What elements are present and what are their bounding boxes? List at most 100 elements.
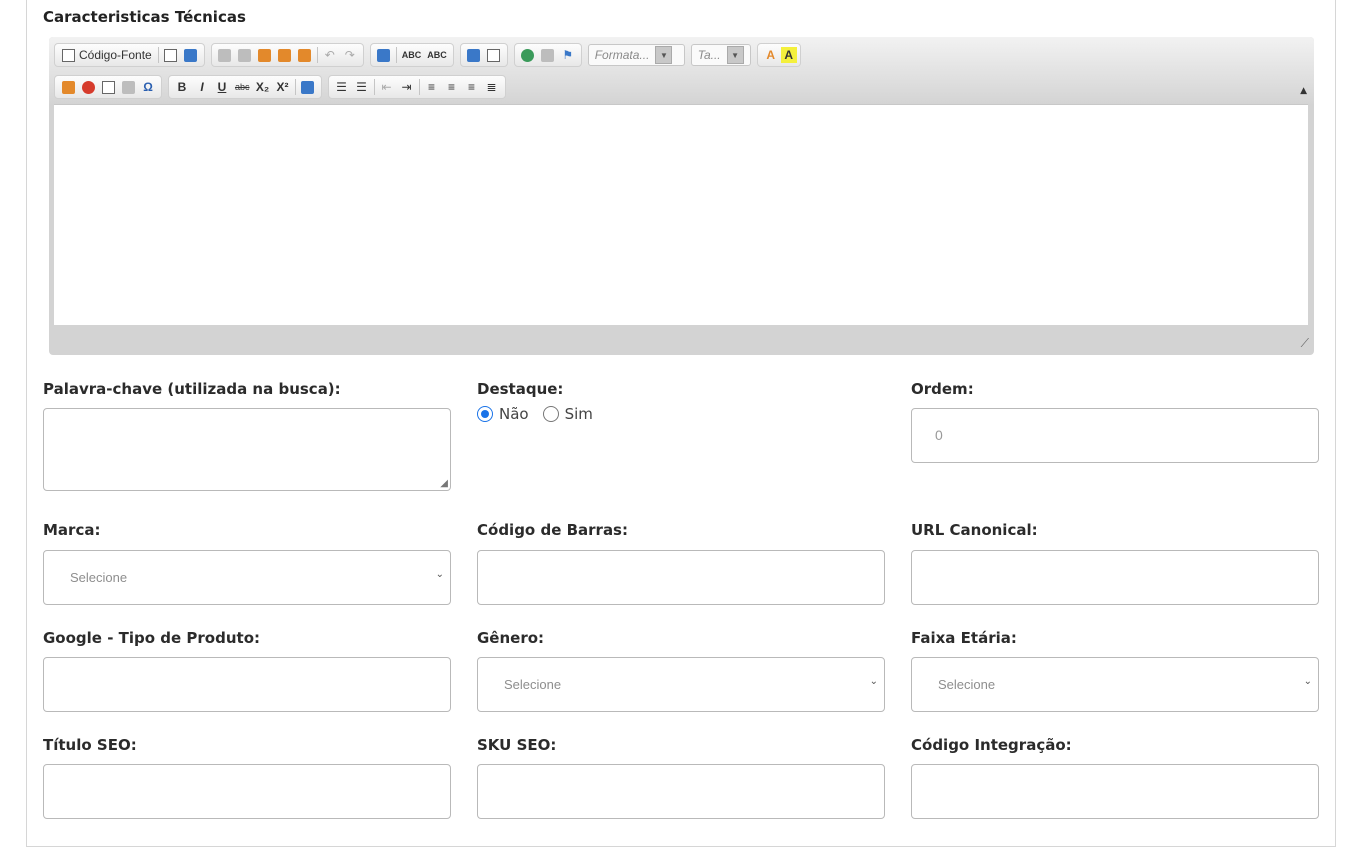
bold-button[interactable]: B xyxy=(172,77,192,97)
remove-format-button[interactable] xyxy=(298,77,318,97)
link-button[interactable] xyxy=(518,45,538,65)
seo-title-input[interactable] xyxy=(43,764,451,819)
highlight-radio-sim[interactable] xyxy=(542,406,559,422)
text-color-button[interactable]: A xyxy=(761,45,781,65)
textarea-resize-icon: ◢ xyxy=(440,478,448,489)
gender-label: Gênero: xyxy=(477,629,545,647)
sku-seo-input[interactable] xyxy=(477,764,885,819)
highlight-radio-group: Não Sim xyxy=(477,405,601,423)
align-justify-button[interactable]: ≣ xyxy=(482,77,502,97)
anchor-button[interactable]: ⚑ xyxy=(558,45,578,65)
collapse-toolbar-button[interactable]: ▲ xyxy=(1300,86,1307,96)
barcode-label: Código de Barras: xyxy=(477,521,628,539)
format-dropdown[interactable]: Formata... ▼ xyxy=(587,44,685,66)
image-button[interactable] xyxy=(58,77,78,97)
copy-icon xyxy=(238,48,252,62)
chevron-down-icon: ⌄ xyxy=(869,676,878,687)
source-label: Código-Fonte xyxy=(79,48,152,62)
paste-word-icon xyxy=(298,48,312,62)
spellcheck-button[interactable]: ABC xyxy=(399,45,425,65)
toolbar-group-links: ⚑ xyxy=(513,43,582,67)
toolbar-row-2: Ω B I U abc X₂ X² ☰ ☰ ⇤ ⇥ ≡ ≡ ≡ ≣ xyxy=(54,75,506,99)
select-all-button[interactable] xyxy=(374,45,394,65)
integration-input[interactable] xyxy=(911,764,1319,819)
toolbar-group-paragraph: ☰ ☰ ⇤ ⇥ ≡ ≡ ≡ ≣ xyxy=(327,75,506,99)
print-button[interactable] xyxy=(181,45,201,65)
toolbar-group-clipboard: ↶ ↷ xyxy=(210,43,364,67)
chevron-down-icon: ⌄ xyxy=(435,569,444,580)
paste-word-button[interactable] xyxy=(295,45,315,65)
age-label: Faixa Etária: xyxy=(911,629,1017,647)
outdent-button[interactable]: ⇤ xyxy=(377,77,397,97)
align-center-button[interactable]: ≡ xyxy=(442,77,462,97)
barcode-input[interactable] xyxy=(477,550,885,605)
gender-placeholder: Selecione xyxy=(504,677,562,692)
toolbar-group-basic-styles: B I U abc X₂ X² xyxy=(168,75,322,99)
resize-grip-icon[interactable]: ⟋ xyxy=(1301,336,1309,351)
paste-text-button[interactable] xyxy=(275,45,295,65)
copy-button[interactable] xyxy=(235,45,255,65)
horizontal-rule-icon xyxy=(121,80,135,94)
google-type-input[interactable] xyxy=(43,657,451,712)
keyword-textarea[interactable]: ◢ xyxy=(43,408,451,491)
superscript-button[interactable]: X² xyxy=(273,77,293,97)
source-button[interactable]: Código-Fonte xyxy=(58,45,156,65)
show-blocks-button[interactable] xyxy=(484,45,504,65)
cut-button[interactable] xyxy=(215,45,235,65)
rich-text-editor: Código-Fonte ↶ ↷ ABC ABC ⚑ Formata... ▼ … xyxy=(49,37,1314,355)
preview-icon xyxy=(164,48,178,62)
size-placeholder: Ta... xyxy=(697,48,721,62)
undo-button[interactable]: ↶ xyxy=(320,45,340,65)
editor-content-area[interactable] xyxy=(54,104,1308,325)
toolbar-group-insert: Ω xyxy=(54,75,162,99)
gender-select[interactable]: Selecione ⌄ xyxy=(477,657,885,712)
brand-select[interactable]: Selecione ⌄ xyxy=(43,550,451,605)
flash-button[interactable] xyxy=(78,77,98,97)
italic-button[interactable]: I xyxy=(192,77,212,97)
chevron-down-icon: ▼ xyxy=(726,46,744,64)
highlight-option-sim: Sim xyxy=(564,405,593,423)
size-dropdown[interactable]: Ta... ▼ xyxy=(690,44,751,66)
show-blocks-icon xyxy=(487,48,501,62)
unlink-button[interactable] xyxy=(538,45,558,65)
toolbar-separator xyxy=(418,79,420,95)
underline-button[interactable]: U xyxy=(212,77,232,97)
spellcheck-menu-button[interactable]: ABC xyxy=(424,45,450,65)
toolbar-separator xyxy=(373,79,375,95)
indent-button[interactable]: ⇥ xyxy=(397,77,417,97)
maximize-icon xyxy=(467,48,481,62)
chevron-down-icon: ⌄ xyxy=(1303,676,1312,687)
highlight-option-nao: Não xyxy=(499,405,529,423)
table-icon xyxy=(101,80,115,94)
subscript-button[interactable]: X₂ xyxy=(253,77,273,97)
brand-placeholder: Selecione xyxy=(70,570,128,585)
maximize-button[interactable] xyxy=(464,45,484,65)
paste-button[interactable] xyxy=(255,45,275,65)
numbered-list-button[interactable]: ☰ xyxy=(332,77,352,97)
align-left-button[interactable]: ≡ xyxy=(422,77,442,97)
highlight-radio-nao[interactable] xyxy=(477,406,493,422)
toolbar-row-1: Código-Fonte ↶ ↷ ABC ABC ⚑ Formata... ▼ … xyxy=(54,43,801,67)
toolbar-separator xyxy=(395,47,397,63)
bg-color-button[interactable]: A xyxy=(780,47,797,63)
horizontal-rule-button[interactable] xyxy=(118,77,138,97)
order-input[interactable]: 0 xyxy=(911,408,1319,463)
age-placeholder: Selecione xyxy=(938,677,996,692)
toolbar-group-colors: A A xyxy=(756,43,801,67)
select-all-icon xyxy=(377,48,391,62)
flash-icon xyxy=(81,80,95,94)
table-button[interactable] xyxy=(98,77,118,97)
redo-button[interactable]: ↷ xyxy=(340,45,360,65)
canonical-input[interactable] xyxy=(911,550,1319,605)
align-right-button[interactable]: ≡ xyxy=(462,77,482,97)
bulleted-list-button[interactable]: ☰ xyxy=(352,77,372,97)
order-label: Ordem: xyxy=(911,380,974,398)
preview-button[interactable] xyxy=(161,45,181,65)
special-char-button[interactable]: Ω xyxy=(138,77,158,97)
paste-icon xyxy=(258,48,272,62)
toolbar-group-media xyxy=(459,43,508,67)
strike-button[interactable]: abc xyxy=(232,77,253,97)
toolbar-group-editing: ABC ABC xyxy=(369,43,454,67)
section-title: Caracteristicas Técnicas xyxy=(43,8,246,26)
age-select[interactable]: Selecione ⌄ xyxy=(911,657,1319,712)
